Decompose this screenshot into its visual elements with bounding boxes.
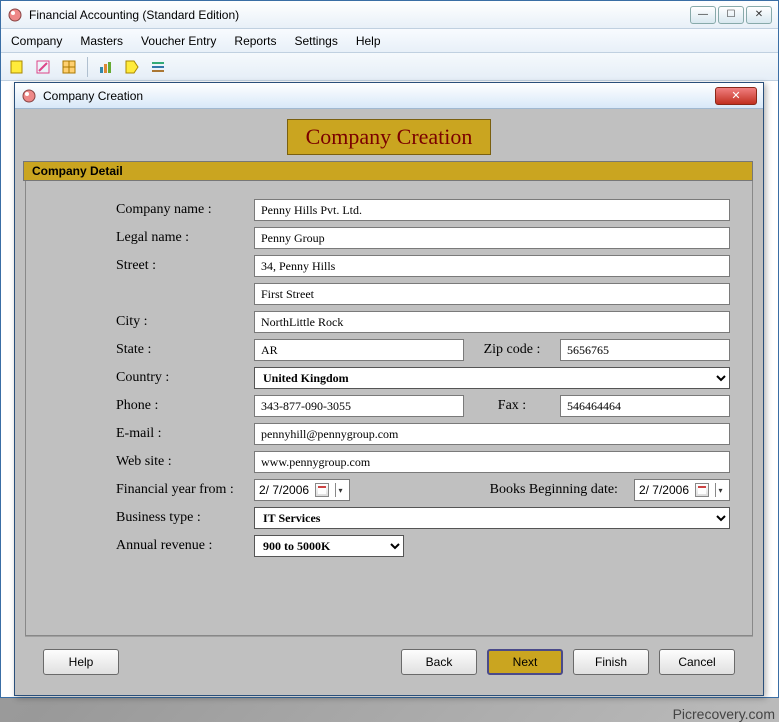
label-books-begin: Books Beginning date: — [358, 482, 626, 498]
new-file-icon[interactable] — [7, 57, 27, 77]
label-company-name: Company name : — [116, 202, 246, 218]
next-button[interactable]: Next — [487, 649, 563, 675]
label-country: Country : — [116, 370, 246, 386]
company-creation-dialog: Company Creation ✕ Company Creation Comp… — [14, 82, 764, 696]
label-fax: Fax : — [472, 398, 552, 414]
menu-voucher-entry[interactable]: Voucher Entry — [141, 34, 216, 48]
label-legal-name: Legal name : — [116, 230, 246, 246]
legal-name-field[interactable] — [254, 227, 730, 249]
books-begin-date[interactable]: 2/ 7/2006 ▾ — [634, 479, 730, 501]
annual-rev-select[interactable]: 900 to 5000K — [254, 535, 404, 557]
chevron-down-icon[interactable]: ▾ — [715, 483, 725, 497]
biz-type-select[interactable]: IT Services — [254, 507, 730, 529]
label-city: City : — [116, 314, 246, 330]
close-button[interactable]: ✕ — [746, 6, 772, 24]
menu-reports[interactable]: Reports — [234, 34, 276, 48]
chart-icon[interactable] — [96, 57, 116, 77]
calendar-icon[interactable] — [695, 483, 709, 497]
state-field[interactable] — [254, 339, 464, 361]
company-name-field[interactable] — [254, 199, 730, 221]
label-fin-from: Financial year from : — [116, 482, 246, 498]
label-phone: Phone : — [116, 398, 246, 414]
grid-icon[interactable] — [59, 57, 79, 77]
menu-settings[interactable]: Settings — [294, 34, 337, 48]
help-button[interactable]: Help — [43, 649, 119, 675]
street1-field[interactable] — [254, 255, 730, 277]
fin-from-value: 2/ 7/2006 — [259, 483, 309, 497]
back-button[interactable]: Back — [401, 649, 477, 675]
form-panel: Company name : Legal name : Street : Cit… — [25, 180, 753, 636]
toolbar — [1, 53, 778, 81]
tab-company-detail[interactable]: Company Detail — [23, 161, 753, 181]
zip-field[interactable] — [560, 339, 730, 361]
menu-masters[interactable]: Masters — [80, 34, 123, 48]
phone-field[interactable] — [254, 395, 464, 417]
menu-company[interactable]: Company — [11, 34, 62, 48]
country-select[interactable]: United Kingdom — [254, 367, 730, 389]
dialog-titlebar: Company Creation ✕ — [15, 83, 763, 109]
cancel-button[interactable]: Cancel — [659, 649, 735, 675]
chevron-down-icon[interactable]: ▾ — [335, 483, 345, 497]
label-state: State : — [116, 342, 246, 358]
label-biz-type: Business type : — [116, 510, 246, 526]
label-street: Street : — [116, 258, 246, 274]
label-annual-rev: Annual revenue : — [116, 538, 246, 554]
dialog-heading: Company Creation — [287, 119, 492, 155]
label-email: E-mail : — [116, 426, 246, 442]
watermark: Picrecovery.com — [673, 706, 775, 722]
app-icon — [7, 7, 23, 23]
label-website: Web site : — [116, 454, 246, 470]
dialog-button-row: Help Back Next Finish Cancel — [25, 636, 753, 687]
fin-from-date[interactable]: 2/ 7/2006 ▾ — [254, 479, 350, 501]
email-field[interactable] — [254, 423, 730, 445]
website-field[interactable] — [254, 451, 730, 473]
dialog-body: Company Creation Company Detail Company … — [15, 109, 763, 695]
window-title: Financial Accounting (Standard Edition) — [29, 8, 690, 22]
calendar-icon[interactable] — [315, 483, 329, 497]
minimize-button[interactable]: — — [690, 6, 716, 24]
menu-help[interactable]: Help — [356, 34, 381, 48]
tag-icon[interactable] — [122, 57, 142, 77]
toolbar-separator — [87, 57, 88, 77]
menubar: Company Masters Voucher Entry Reports Se… — [1, 29, 778, 53]
books-begin-value: 2/ 7/2006 — [639, 483, 689, 497]
fax-field[interactable] — [560, 395, 730, 417]
city-field[interactable] — [254, 311, 730, 333]
window-buttons: — ☐ ✕ — [690, 6, 772, 24]
main-titlebar: Financial Accounting (Standard Edition) … — [1, 1, 778, 29]
finish-button[interactable]: Finish — [573, 649, 649, 675]
list-icon[interactable] — [148, 57, 168, 77]
edit-icon[interactable] — [33, 57, 53, 77]
label-zip: Zip code : — [472, 342, 552, 358]
dialog-icon — [21, 88, 37, 104]
street2-field[interactable] — [254, 283, 730, 305]
maximize-button[interactable]: ☐ — [718, 6, 744, 24]
dialog-title: Company Creation — [43, 89, 715, 103]
dialog-close-button[interactable]: ✕ — [715, 87, 757, 105]
